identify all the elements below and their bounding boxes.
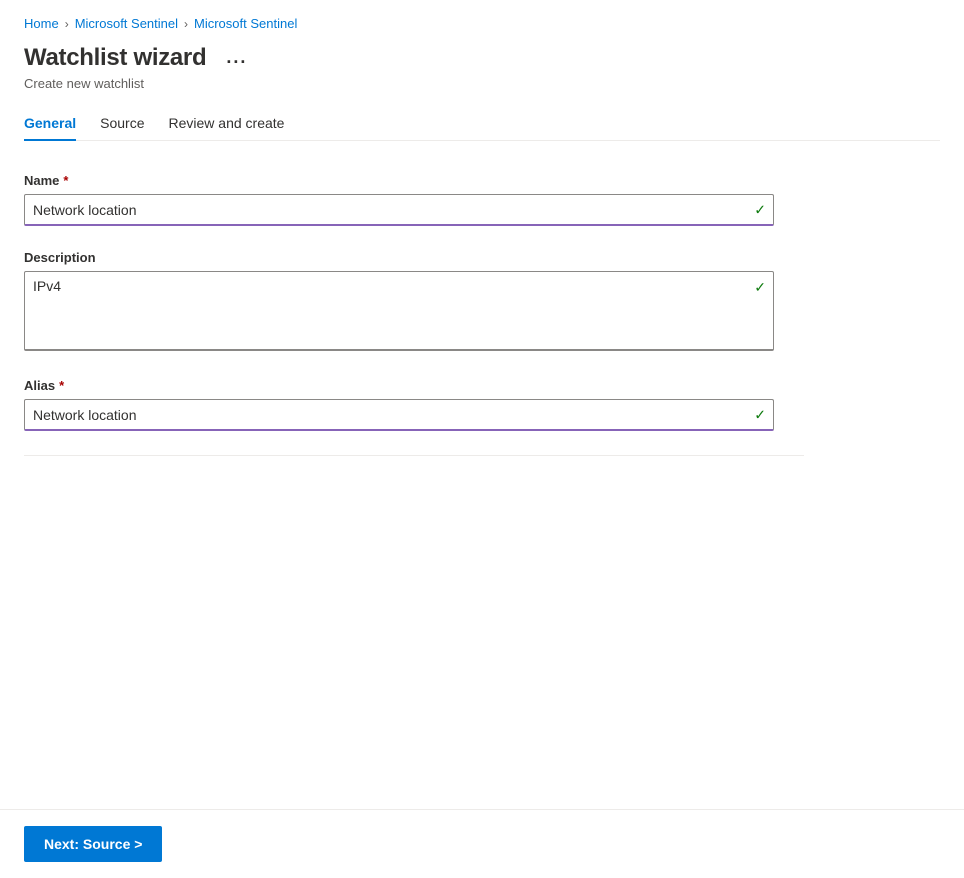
alias-label-text: Alias <box>24 378 55 393</box>
description-form-group: Description IPv4 ✓ <box>24 250 804 354</box>
page-title: Watchlist wizard <box>24 44 206 72</box>
next-source-button[interactable]: Next: Source > <box>24 826 162 862</box>
name-input[interactable] <box>24 194 774 226</box>
breadcrumb-sep-1: › <box>65 17 69 31</box>
tab-source[interactable]: Source <box>100 107 144 141</box>
breadcrumb-sep-2: › <box>184 17 188 31</box>
alias-input-wrapper: ✓ <box>24 399 774 431</box>
page-container: Home › Microsoft Sentinel › Microsoft Se… <box>0 0 964 878</box>
breadcrumb-sentinel-1[interactable]: Microsoft Sentinel <box>75 16 178 31</box>
description-textarea[interactable]: IPv4 <box>24 271 774 351</box>
form-content: Name * ✓ Description IPv4 ✓ Alias * <box>24 141 804 496</box>
description-input-wrapper: IPv4 ✓ <box>24 271 774 354</box>
alias-form-group: Alias * ✓ <box>24 378 804 431</box>
alias-required-star: * <box>59 378 64 393</box>
tab-general[interactable]: General <box>24 107 76 141</box>
alias-input[interactable] <box>24 399 774 431</box>
form-divider <box>24 455 804 456</box>
name-form-group: Name * ✓ <box>24 173 804 226</box>
tab-review-and-create[interactable]: Review and create <box>169 107 285 141</box>
breadcrumb-home[interactable]: Home <box>24 16 59 31</box>
alias-label: Alias * <box>24 378 804 393</box>
breadcrumb: Home › Microsoft Sentinel › Microsoft Se… <box>24 16 940 31</box>
footer: Next: Source > <box>0 809 964 878</box>
breadcrumb-sentinel-2[interactable]: Microsoft Sentinel <box>194 16 297 31</box>
tabs-container: General Source Review and create <box>24 107 940 141</box>
description-label-text: Description <box>24 250 96 265</box>
description-label: Description <box>24 250 804 265</box>
name-input-wrapper: ✓ <box>24 194 774 226</box>
name-label: Name * <box>24 173 804 188</box>
page-subtitle: Create new watchlist <box>24 76 940 91</box>
name-label-text: Name <box>24 173 59 188</box>
page-header: Watchlist wizard ... <box>24 43 940 72</box>
more-options-button[interactable]: ... <box>218 43 255 72</box>
name-required-star: * <box>63 173 68 188</box>
